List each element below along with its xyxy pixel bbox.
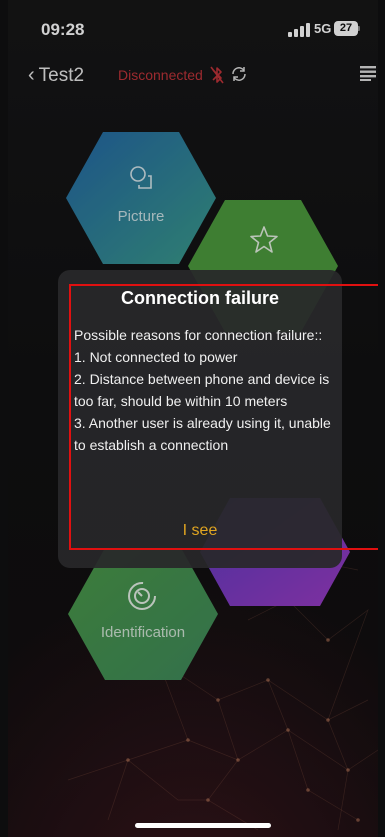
home-indicator[interactable]	[135, 823, 271, 828]
app-screen: 09:28 5G 27 ‹ Test2 Disconnected Picture…	[8, 0, 378, 837]
highlight-box	[69, 284, 378, 550]
